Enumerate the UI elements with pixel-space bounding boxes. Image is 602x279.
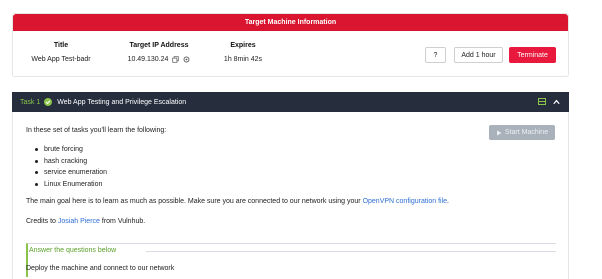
copy-icon[interactable] bbox=[172, 56, 180, 63]
openvpn-link[interactable]: OpenVPN configuration file bbox=[363, 198, 447, 205]
expires-label: Expires bbox=[230, 42, 256, 49]
add-hour-button[interactable]: Add 1 hour bbox=[454, 47, 503, 63]
task-intro: In these set of tasks you'll learn the f… bbox=[26, 127, 167, 134]
list-item: hash cracking bbox=[35, 156, 107, 168]
goal-suffix: . bbox=[447, 198, 449, 205]
list-item: Linux Enumeration bbox=[35, 179, 107, 191]
target-panel-header: Target Machine Information bbox=[13, 14, 568, 31]
credits-suffix: from Vulnhub. bbox=[99, 218, 146, 225]
question-1: Deploy the machine and connect to our ne… bbox=[26, 265, 175, 272]
task-header-actions bbox=[538, 98, 560, 105]
ip-label: Target IP Address bbox=[129, 42, 189, 49]
expires-column: Expires 1h 8min 42s bbox=[209, 42, 277, 63]
play-icon bbox=[496, 130, 502, 135]
title-value: Web App Test-badr bbox=[31, 56, 91, 63]
start-machine-button[interactable]: Start Machine bbox=[489, 125, 555, 140]
task-content: In these set of tasks you'll learn the f… bbox=[12, 112, 569, 279]
check-circle-icon bbox=[44, 98, 53, 106]
title-label: Title bbox=[53, 42, 69, 49]
task-title: Web App Testing and Privilege Escalation bbox=[57, 98, 187, 106]
task-header-bar[interactable]: Task 1 Web App Testing and Privilege Esc… bbox=[12, 92, 569, 112]
start-machine-label: Start Machine bbox=[504, 129, 549, 136]
credits-text: Credits to bbox=[26, 218, 58, 225]
expires-value: 1h 8min 42s bbox=[223, 56, 263, 63]
refresh-icon[interactable] bbox=[183, 56, 190, 63]
ip-value: 10.49.130.24 bbox=[127, 56, 169, 63]
terminate-button[interactable]: Terminate bbox=[509, 47, 556, 63]
learning-list: brute forcing hash cracking service enum… bbox=[35, 144, 107, 190]
answer-divider bbox=[146, 251, 556, 252]
ip-row: 10.49.130.24 bbox=[109, 56, 209, 63]
goal-text: The main goal here is to learn as much a… bbox=[26, 198, 363, 205]
credits-paragraph: Credits to Josiah Pierce from Vulnhub. bbox=[26, 218, 145, 225]
ip-column: Target IP Address 10.49.130.24 bbox=[109, 42, 209, 63]
answer-heading: Answer the questions below bbox=[29, 247, 117, 254]
target-machine-panel: Target Machine Information Title Web App… bbox=[12, 13, 569, 77]
help-button[interactable]: ? bbox=[425, 47, 446, 63]
list-item: brute forcing bbox=[35, 144, 107, 156]
title-column: Title Web App Test-badr bbox=[21, 42, 101, 63]
chevron-up-icon[interactable] bbox=[553, 99, 560, 105]
list-item: service enumeration bbox=[35, 167, 107, 179]
goal-paragraph: The main goal here is to learn as much a… bbox=[26, 198, 449, 205]
task-status-icon bbox=[538, 98, 546, 105]
task-number: Task 1 bbox=[20, 98, 41, 106]
author-link[interactable]: Josiah Pierce bbox=[58, 218, 100, 225]
